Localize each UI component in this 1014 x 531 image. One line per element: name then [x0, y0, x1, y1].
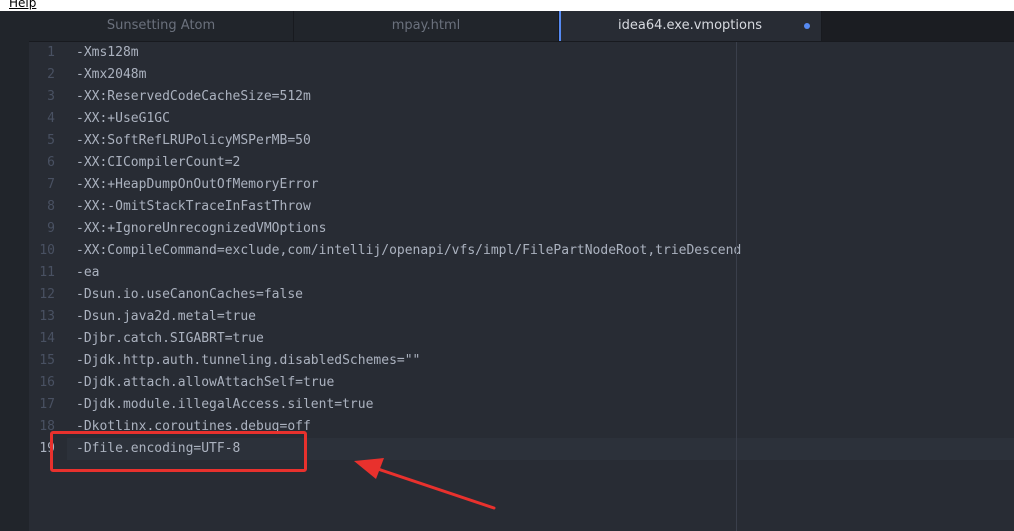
- line-number: 11: [39, 265, 55, 280]
- annotation-highlight-box: [50, 431, 307, 472]
- menu-help[interactable]: Help: [9, 0, 36, 10]
- code-line[interactable]: -Djbr.catch.SIGABRT=true: [76, 328, 264, 350]
- tab-label: mpay.html: [391, 18, 461, 33]
- line-number: 1: [47, 45, 55, 60]
- code-line[interactable]: -Djdk.attach.allowAttachSelf=true: [76, 372, 334, 394]
- line-number: 4: [47, 111, 55, 126]
- code-line[interactable]: -XX:CICompilerCount=2: [76, 152, 240, 174]
- code-line[interactable]: -ea: [76, 262, 99, 284]
- tab-bar: Sunsetting Atom mpay.html idea64.exe.vmo…: [29, 11, 1014, 42]
- code-line[interactable]: -XX:+IgnoreUnrecognizedVMOptions: [76, 218, 326, 240]
- tab-label: Sunsetting Atom: [106, 18, 216, 33]
- code-line[interactable]: -XX:ReservedCodeCacheSize=512m: [76, 86, 311, 108]
- code-line[interactable]: -XX:SoftRefLRUPolicyMSPerMB=50: [76, 130, 311, 152]
- line-number: 13: [39, 309, 55, 324]
- line-number: 2: [47, 67, 55, 82]
- tab-sunsetting-atom[interactable]: Sunsetting Atom: [29, 11, 294, 41]
- line-number: 15: [39, 353, 55, 368]
- code-line[interactable]: -Djdk.http.auth.tunneling.disabledScheme…: [76, 350, 420, 372]
- code-line[interactable]: -Dsun.java2d.metal=true: [76, 306, 256, 328]
- line-number: 3: [47, 89, 55, 104]
- code-line[interactable]: -Xms128m: [76, 42, 139, 64]
- code-line[interactable]: -XX:CompileCommand=exclude,com/intellij/…: [76, 240, 741, 262]
- code-line[interactable]: -Djdk.module.illegalAccess.silent=true: [76, 394, 373, 416]
- line-number: 8: [47, 199, 55, 214]
- code-line[interactable]: -XX:-OmitStackTraceInFastThrow: [76, 196, 311, 218]
- code-line[interactable]: -XX:+HeapDumpOnOutOfMemoryError: [76, 174, 319, 196]
- tab-label: idea64.exe.vmoptions: [618, 18, 762, 33]
- tab-mpay-html[interactable]: mpay.html: [294, 11, 559, 41]
- line-number: 16: [39, 375, 55, 390]
- code-line[interactable]: -XX:+UseG1GC: [76, 108, 170, 130]
- line-number: 10: [39, 243, 55, 258]
- line-number: 6: [47, 155, 55, 170]
- menu-bar: Help: [0, 0, 1014, 11]
- wrap-guide: [736, 42, 737, 531]
- line-number: 17: [39, 397, 55, 412]
- tab-idea64-vmoptions[interactable]: idea64.exe.vmoptions: [559, 11, 822, 41]
- line-number: 14: [39, 331, 55, 346]
- code-line[interactable]: -Dsun.io.useCanonCaches=false: [76, 284, 303, 306]
- line-number: 5: [47, 133, 55, 148]
- line-number: 12: [39, 287, 55, 302]
- line-number: 9: [47, 221, 55, 236]
- line-number: 7: [47, 177, 55, 192]
- modified-indicator-icon[interactable]: [804, 23, 810, 29]
- code-line[interactable]: -Xmx2048m: [76, 64, 146, 86]
